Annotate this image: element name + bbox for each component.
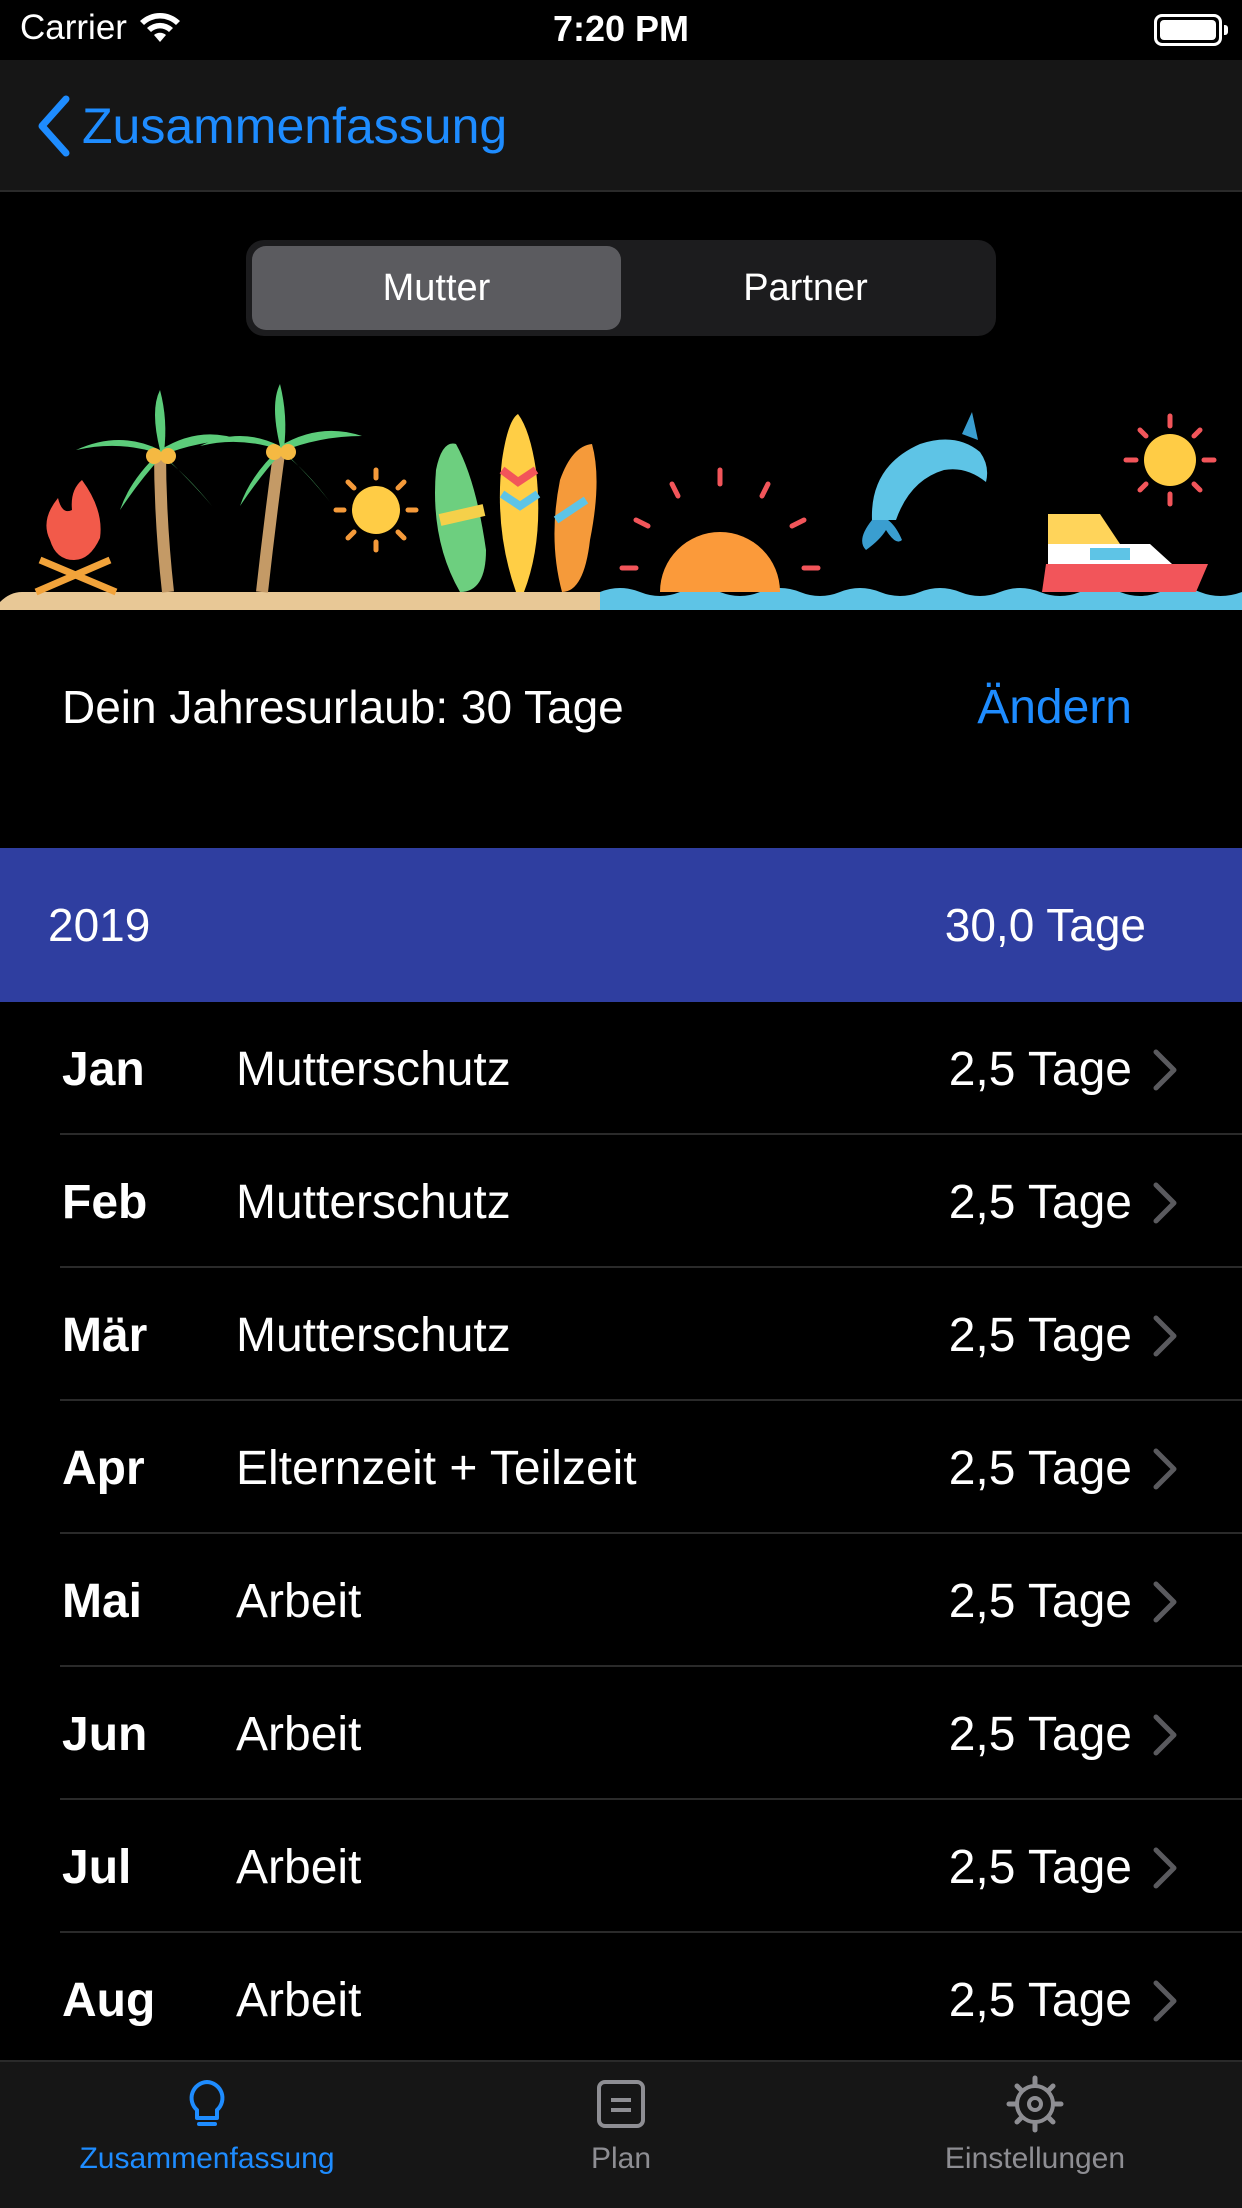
sunset-icon <box>619 467 821 592</box>
status-bar: Carrier 7:20 PM <box>0 0 1242 60</box>
chevron-left-icon <box>38 95 70 157</box>
back-label: Zusammenfassung <box>82 98 508 154</box>
month-days: 2,5 Tage <box>948 1708 1132 1761</box>
segment-partner[interactable]: Partner <box>621 246 990 330</box>
month-type: Mutterschutz <box>236 1176 511 1229</box>
chevron-right-icon <box>1153 1847 1177 1889</box>
document-icon <box>597 2080 645 2128</box>
month-days: 2,5 Tage <box>948 1043 1132 1096</box>
month-type: Arbeit <box>236 1708 362 1761</box>
month-name: Jul <box>62 1841 132 1894</box>
sun-icon <box>333 467 419 553</box>
gear-icon <box>1006 2075 1064 2133</box>
chevron-right-icon <box>1153 1980 1177 2022</box>
change-button[interactable]: Ändern <box>977 680 1132 735</box>
tab-zusammenfassung[interactable]: Zusammenfassung <box>0 2062 414 2208</box>
campfire-icon <box>34 480 118 596</box>
year-label: 2019 <box>48 899 151 951</box>
month-type: Mutterschutz <box>236 1309 511 1362</box>
palm-tree-icon <box>200 384 362 593</box>
month-type: Arbeit <box>236 1575 362 1628</box>
month-type: Arbeit <box>236 1841 362 1894</box>
back-button[interactable]: Zusammenfassung <box>36 60 507 192</box>
month-days: 2,5 Tage <box>948 1309 1132 1362</box>
month-days: 2,5 Tage <box>948 1442 1132 1495</box>
month-name: Jan <box>62 1043 145 1096</box>
list-item[interactable]: Aug Arbeit 2,5 Tage <box>0 1933 1242 2066</box>
month-name: Aug <box>62 1974 156 2027</box>
chevron-right-icon <box>1153 1448 1177 1490</box>
list-item[interactable]: Feb Mutterschutz 2,5 Tage <box>0 1135 1242 1268</box>
beach-illustration <box>0 384 1242 610</box>
month-days: 2,5 Tage <box>948 1575 1132 1628</box>
boat-icon <box>1042 514 1208 592</box>
month-days: 2,5 Tage <box>948 1841 1132 1894</box>
annual-vacation-row: Dein Jahresurlaub: 30 Tage Ändern <box>0 650 1242 760</box>
segment-mutter[interactable]: Mutter <box>252 246 621 330</box>
battery-icon <box>1154 14 1228 46</box>
list-item[interactable]: Mai Arbeit 2,5 Tage <box>0 1534 1242 1667</box>
year-section-header: 2019 30,0 Tage <box>0 848 1242 1002</box>
sand-shape <box>0 592 600 610</box>
tab-plan[interactable]: Plan <box>414 2062 828 2208</box>
chevron-right-icon <box>1153 1714 1177 1756</box>
month-type: Arbeit <box>236 1974 362 2027</box>
month-name: Jun <box>62 1708 148 1761</box>
month-list: Jan Mutterschutz 2,5 Tage Feb Mutterschu… <box>0 1002 1242 2066</box>
month-name: Mai <box>62 1575 143 1628</box>
year-total: 30,0 Tage <box>944 899 1146 951</box>
surfboard-icon <box>499 414 541 592</box>
list-item[interactable]: Mär Mutterschutz 2,5 Tage <box>0 1268 1242 1401</box>
chevron-right-icon <box>1153 1315 1177 1357</box>
sun-icon <box>1123 413 1217 507</box>
annual-vacation-label: Dein Jahresurlaub: 30 Tage <box>62 681 624 733</box>
surfboard-icon <box>553 444 597 592</box>
tab-einstellungen[interactable]: Einstellungen <box>828 2062 1242 2208</box>
tab-label: Plan <box>590 2142 652 2175</box>
month-days: 2,5 Tage <box>948 1974 1132 2027</box>
list-item[interactable]: Jun Arbeit 2,5 Tage <box>0 1667 1242 1800</box>
month-type: Mutterschutz <box>236 1043 511 1096</box>
chevron-right-icon <box>1153 1182 1177 1224</box>
month-name: Mär <box>62 1309 148 1362</box>
month-name: Apr <box>62 1442 145 1495</box>
list-item[interactable]: Apr Elternzeit + Teilzeit 2,5 Tage <box>0 1401 1242 1534</box>
tab-label: Einstellungen <box>944 2142 1126 2175</box>
parent-segmented-control: Mutter Partner <box>246 240 996 336</box>
navigation-bar: Zusammenfassung <box>0 60 1242 192</box>
dolphin-icon <box>862 412 988 550</box>
chevron-right-icon <box>1153 1049 1177 1091</box>
list-item[interactable]: Jan Mutterschutz 2,5 Tage <box>0 1002 1242 1135</box>
status-time: 7:20 PM <box>552 8 690 49</box>
list-item[interactable]: Jul Arbeit 2,5 Tage <box>0 1800 1242 1933</box>
month-name: Feb <box>62 1176 148 1229</box>
tab-label: Zusammenfassung <box>79 2142 335 2175</box>
month-days: 2,5 Tage <box>948 1176 1132 1229</box>
chevron-right-icon <box>1153 1581 1177 1623</box>
surfboard-icon <box>435 443 486 592</box>
lightbulb-icon <box>189 2080 225 2126</box>
tab-bar: Zusammenfassung Plan Einstellungen <box>0 2060 1242 2208</box>
month-type: Elternzeit + Teilzeit <box>236 1442 637 1495</box>
